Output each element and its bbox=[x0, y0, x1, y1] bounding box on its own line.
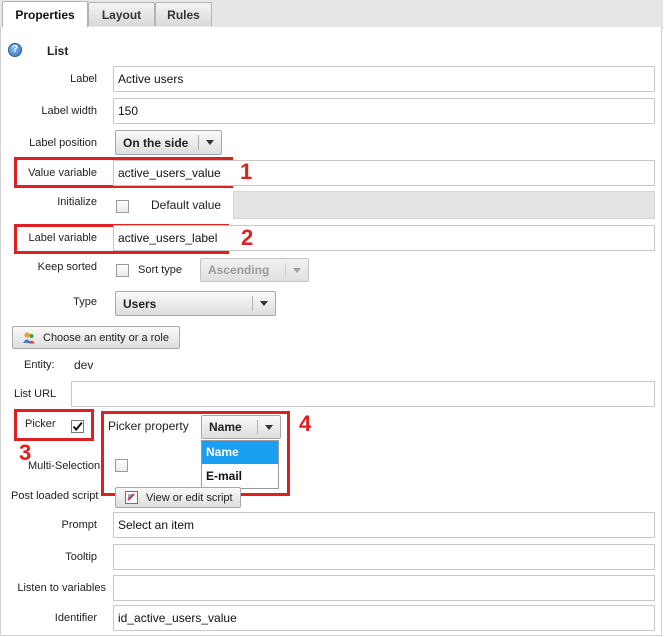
multi-selection-label: Multi-Selection bbox=[28, 460, 101, 472]
identifier-label: Identifier bbox=[54, 612, 97, 624]
picker-property-label: Picker property bbox=[108, 419, 189, 433]
sort-type-value: Ascending bbox=[208, 263, 270, 277]
annotation-number-1: 1 bbox=[240, 159, 253, 184]
list-url-label: List URL bbox=[14, 388, 57, 400]
label-position-label: Label position bbox=[29, 137, 97, 149]
entity-label: Entity: bbox=[24, 359, 55, 371]
default-value-input-disabled bbox=[233, 191, 655, 219]
value-variable-label: Value variable bbox=[28, 167, 97, 179]
prompt-label: Prompt bbox=[61, 519, 97, 531]
section-title: List bbox=[47, 44, 69, 58]
select-separator bbox=[285, 263, 286, 277]
post-loaded-script-label: Post loaded script bbox=[11, 490, 99, 502]
select-separator bbox=[198, 135, 199, 150]
select-separator bbox=[252, 296, 253, 311]
choose-entity-label: Choose an entity or a role bbox=[43, 331, 169, 344]
label-position-value: On the side bbox=[123, 135, 189, 150]
checkmark-icon bbox=[72, 421, 83, 432]
listen-to-variables-input[interactable] bbox=[113, 575, 655, 601]
tooltip-input[interactable] bbox=[113, 544, 655, 570]
type-value: Users bbox=[123, 296, 157, 311]
tab-properties[interactable]: Properties bbox=[2, 1, 88, 28]
initialize-label: Initialize bbox=[57, 196, 97, 208]
users-icon bbox=[22, 331, 36, 345]
default-value-label: Default value bbox=[151, 198, 222, 212]
default-value-checkbox[interactable] bbox=[116, 200, 129, 213]
type-label: Type bbox=[73, 296, 97, 308]
dropdown-option-name[interactable]: Name bbox=[202, 441, 278, 464]
picker-property-select[interactable]: Name bbox=[201, 415, 281, 439]
list-url-input[interactable] bbox=[71, 381, 655, 407]
help-icon[interactable]: ? bbox=[8, 43, 22, 57]
label-field-label: Label bbox=[70, 73, 97, 85]
label-width-label: Label width bbox=[41, 105, 97, 117]
tab-rules[interactable]: Rules bbox=[155, 2, 212, 26]
sort-type-select[interactable]: Ascending bbox=[200, 258, 309, 282]
prompt-input[interactable]: Select an item bbox=[113, 512, 655, 538]
label-position-select[interactable]: On the side bbox=[115, 130, 222, 155]
entity-value: dev bbox=[74, 358, 94, 372]
script-icon bbox=[125, 491, 138, 504]
label-input[interactable]: Active users bbox=[113, 66, 655, 92]
choose-entity-button[interactable]: Choose an entity or a role bbox=[12, 326, 180, 349]
annotation-number-2: 2 bbox=[241, 225, 254, 250]
picker-label: Picker bbox=[25, 418, 56, 430]
type-select[interactable]: Users bbox=[115, 291, 276, 316]
value-variable-input[interactable]: active_users_value bbox=[113, 160, 655, 186]
dropdown-option-email[interactable]: E-mail bbox=[202, 464, 278, 488]
tab-layout[interactable]: Layout bbox=[88, 2, 155, 26]
chevron-down-icon bbox=[260, 301, 268, 306]
keep-sorted-label: Keep sorted bbox=[37, 261, 97, 273]
label-variable-input[interactable]: active_users_label bbox=[113, 225, 655, 251]
listen-to-variables-label: Listen to variables bbox=[17, 582, 106, 594]
picker-checkbox[interactable] bbox=[71, 420, 84, 433]
chevron-down-icon bbox=[265, 425, 273, 430]
identifier-input[interactable]: id_active_users_value bbox=[113, 605, 655, 631]
chevron-down-icon bbox=[293, 268, 301, 273]
view-edit-script-button[interactable]: View or edit script bbox=[115, 487, 241, 508]
keep-sorted-checkbox[interactable] bbox=[116, 264, 129, 277]
select-separator bbox=[257, 420, 258, 434]
annotation-number-4: 4 bbox=[299, 411, 312, 436]
view-edit-script-label: View or edit script bbox=[146, 491, 233, 504]
picker-property-dropdown: Name E-mail bbox=[201, 440, 279, 489]
picker-property-value: Name bbox=[209, 420, 242, 434]
multi-selection-checkbox[interactable] bbox=[115, 459, 128, 472]
sort-type-label: Sort type bbox=[138, 264, 183, 276]
label-variable-label: Label variable bbox=[28, 232, 98, 244]
tooltip-label: Tooltip bbox=[65, 551, 97, 563]
label-width-input[interactable]: 150 bbox=[113, 98, 655, 124]
chevron-down-icon bbox=[206, 140, 214, 145]
